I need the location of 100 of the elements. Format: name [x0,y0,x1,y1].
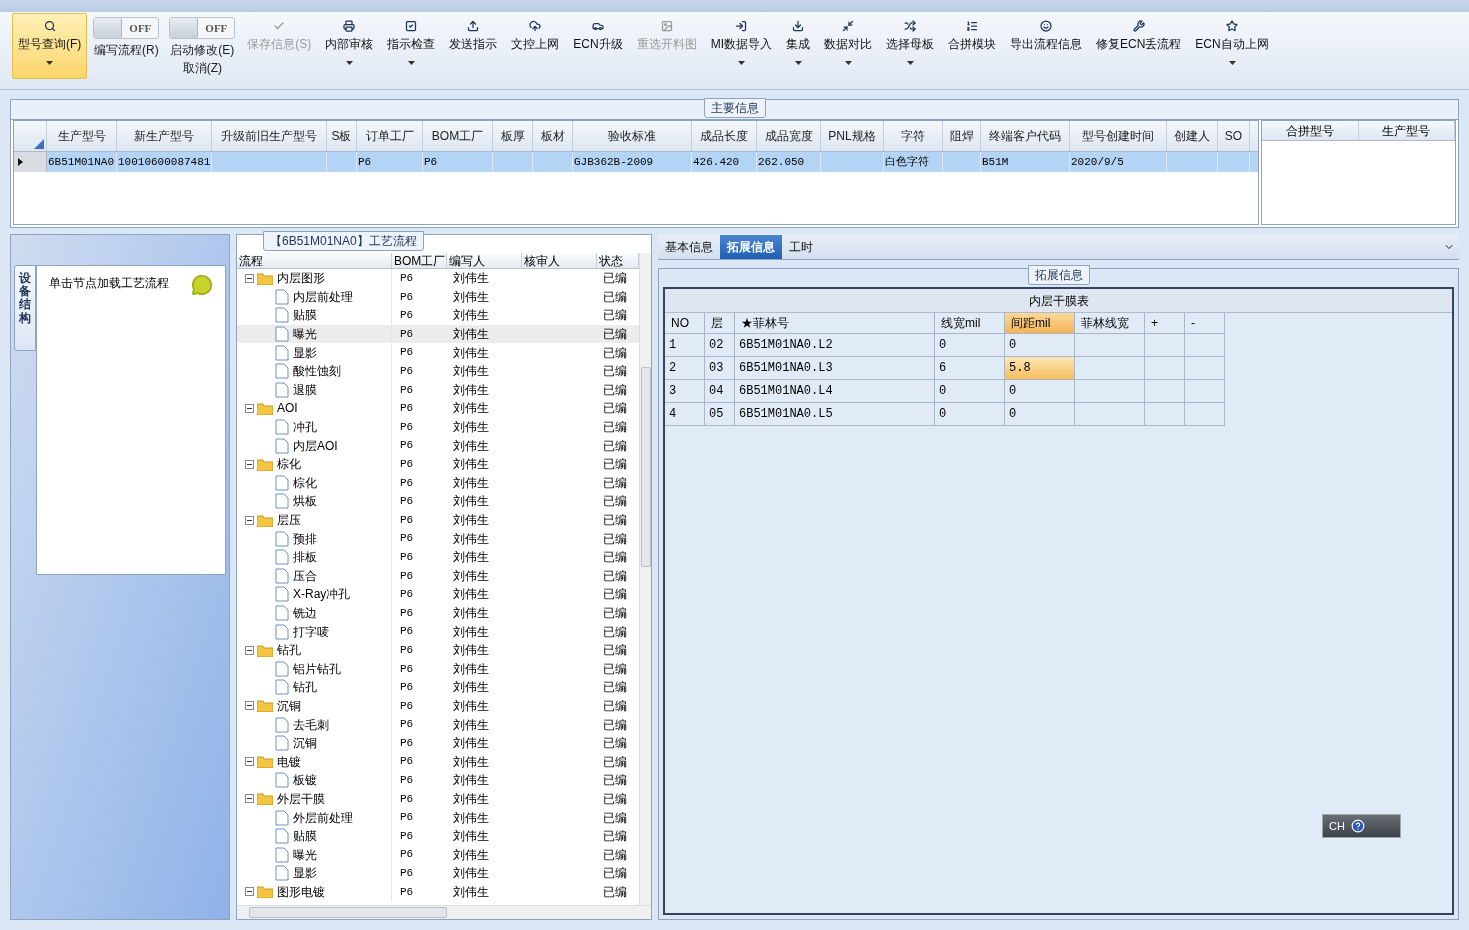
tree-row[interactable]: X-Ray冲孔 P6 刘伟生 已编 [237,585,639,604]
tree-row[interactable]: 酸性蚀刻 P6 刘伟生 已编 [237,361,639,381]
toolbar-button[interactable]: 发送指示 [443,13,504,79]
column-header[interactable]: - [1185,313,1225,334]
table-cell[interactable] [1185,380,1225,403]
table-cell[interactable]: 05 [705,403,735,426]
toolbar-button[interactable]: 合拼模块 [942,13,1002,79]
table-cell[interactable]: 6B51M01NA0.L2 [735,334,935,357]
table-cell[interactable]: 4 [665,403,705,426]
toolbar-button[interactable]: 集成 [780,13,816,79]
toggle-switch[interactable]: OFF [169,17,236,39]
tree-row[interactable]: 外层前处理 P6 刘伟生 已编 [237,808,639,827]
table-cell[interactable] [1145,334,1185,357]
tab[interactable]: 拓展信息 [720,235,782,259]
tree-row[interactable]: 钻孔 P6 刘伟生 已编 [237,678,639,697]
tree-row[interactable]: 曝光 P6 刘伟生 已编 [237,324,639,344]
tree-row[interactable]: 钻孔 P6 刘伟生 已编 [237,640,639,660]
toggle-switch[interactable]: OFF [93,17,160,39]
tree-row[interactable]: 显影 P6 刘伟生 已编 [237,343,639,362]
tree-row[interactable]: 打字唛 P6 刘伟生 已编 [237,622,639,641]
table-cell[interactable]: 0 [1005,334,1075,357]
tab[interactable]: 工时 [782,235,820,259]
toolbar-button[interactable]: ECN自动上网 [1189,13,1275,79]
toolbar-button[interactable]: 修复ECN丢流程 [1090,13,1188,79]
column-header[interactable]: SO [1218,121,1250,151]
column-header[interactable]: 生产型号 [47,121,117,151]
vertical-tab[interactable]: 设备结构 [14,265,36,351]
collapse-icon[interactable] [245,887,254,897]
table-cell[interactable]: 3 [665,380,705,403]
collapse-icon[interactable] [245,403,254,413]
tree-row[interactable]: 去毛刺 P6 刘伟生 已编 [237,715,639,734]
horizontal-scrollbar[interactable] [237,905,651,919]
column-header[interactable]: 流程 [237,253,392,268]
table-cell[interactable]: 02 [705,334,735,357]
column-header[interactable]: 合拼型号 [1262,121,1359,140]
help-icon[interactable] [1350,819,1365,833]
table-cell[interactable] [1145,357,1185,380]
tree-row[interactable]: 沉铜 P6 刘伟生 已编 [237,733,639,753]
column-header[interactable]: 验收标准 [573,121,692,151]
tree-row[interactable]: 图形电镀 P6 刘伟生 已编 [237,882,639,902]
column-header[interactable]: 编写人 [447,253,522,268]
column-header[interactable]: S板 [327,121,357,151]
table-cell[interactable]: 0 [935,403,1005,426]
tree-row[interactable]: 冲孔 P6 刘伟生 已编 [237,417,639,437]
tree-row[interactable]: 贴膜 P6 刘伟生 已编 [237,306,639,325]
column-header[interactable]: + [1145,313,1185,334]
table-row[interactable]: 6B51M01NA0 10010600087481 P6 P6 GJB362B-2009 426.420 262.050 白色字符 B51M 2020/9/5 [14,152,1258,172]
collapse-icon[interactable] [245,757,254,767]
table-cell[interactable]: 2 [665,357,705,380]
toolbar-button[interactable]: ECN升级 [567,13,629,79]
column-header[interactable]: 成品宽度 [757,121,821,151]
column-header[interactable]: 阻焊 [943,121,981,151]
table-cell[interactable]: 6 [935,357,1005,380]
tree-row[interactable]: 压合 P6 刘伟生 已编 [237,566,639,586]
column-header[interactable]: 核审人 [522,253,597,268]
collapse-icon[interactable] [245,794,254,804]
column-header[interactable]: 型号创建时间 [1070,121,1167,151]
tree-row[interactable]: 内层前处理 P6 刘伟生 已编 [237,287,639,307]
column-header[interactable]: 成品长度 [692,121,757,151]
toolbar-button[interactable]: 导出流程信息 [1004,13,1088,79]
column-header[interactable]: 生产型号 [1358,121,1455,140]
column-header[interactable]: BOM工厂 [392,253,447,268]
toolbar-button[interactable]: 内部审核 [319,13,380,79]
column-header[interactable]: PNL规格 [821,121,884,151]
column-header[interactable]: NO [665,313,705,334]
tab[interactable]: 基本信息 [658,235,720,259]
column-header[interactable]: 新生产型号 [117,121,212,151]
tree-row[interactable]: 曝光 P6 刘伟生 已编 [237,845,639,864]
table-cell[interactable] [1075,380,1145,403]
table-cell[interactable] [1075,334,1145,357]
column-header[interactable]: 板材 [533,121,573,151]
tree-row[interactable]: 电镀 P6 刘伟生 已编 [237,752,639,772]
tree-row[interactable]: 铝片钻孔 P6 刘伟生 已编 [237,659,639,679]
tree-row[interactable]: 板镀 P6 刘伟生 已编 [237,771,639,790]
table-cell[interactable]: 0 [1005,380,1075,403]
tree-row[interactable]: 棕化 P6 刘伟生 已编 [237,454,639,474]
column-header[interactable]: 层 [705,313,735,334]
collapse-icon[interactable] [245,273,254,283]
column-header[interactable]: 订单工厂 [357,121,423,151]
table-cell[interactable] [1075,357,1145,380]
collapse-icon[interactable] [245,701,254,711]
language-bar[interactable]: CH [1322,814,1401,838]
column-header[interactable]: 间距mil [1005,313,1075,334]
vertical-scrollbar[interactable] [639,253,651,905]
tree-row[interactable]: 外层干膜 P6 刘伟生 已编 [237,789,639,809]
collapse-icon[interactable] [245,459,254,469]
tree-row[interactable]: 内层AOI P6 刘伟生 已编 [237,436,639,455]
toolbar-button[interactable]: MI数据导入 [704,13,778,79]
table-cell[interactable]: 1 [665,334,705,357]
table-cell[interactable]: 6B51M01NA0.L5 [735,403,935,426]
collapse-icon[interactable] [245,645,254,655]
table-cell[interactable] [1185,357,1225,380]
table-cell[interactable]: 04 [705,380,735,403]
tree-row[interactable]: 沉铜 P6 刘伟生 已编 [237,696,639,716]
tree-row[interactable]: 排板 P6 刘伟生 已编 [237,547,639,567]
collapse-icon[interactable] [245,515,254,525]
toolbar-button[interactable]: 指示检查 [381,13,442,79]
tree-row[interactable]: 预排 P6 刘伟生 已编 [237,529,639,548]
toolbar-button[interactable]: 数据对比 [818,13,878,79]
column-header[interactable]: 板厚 [493,121,533,151]
